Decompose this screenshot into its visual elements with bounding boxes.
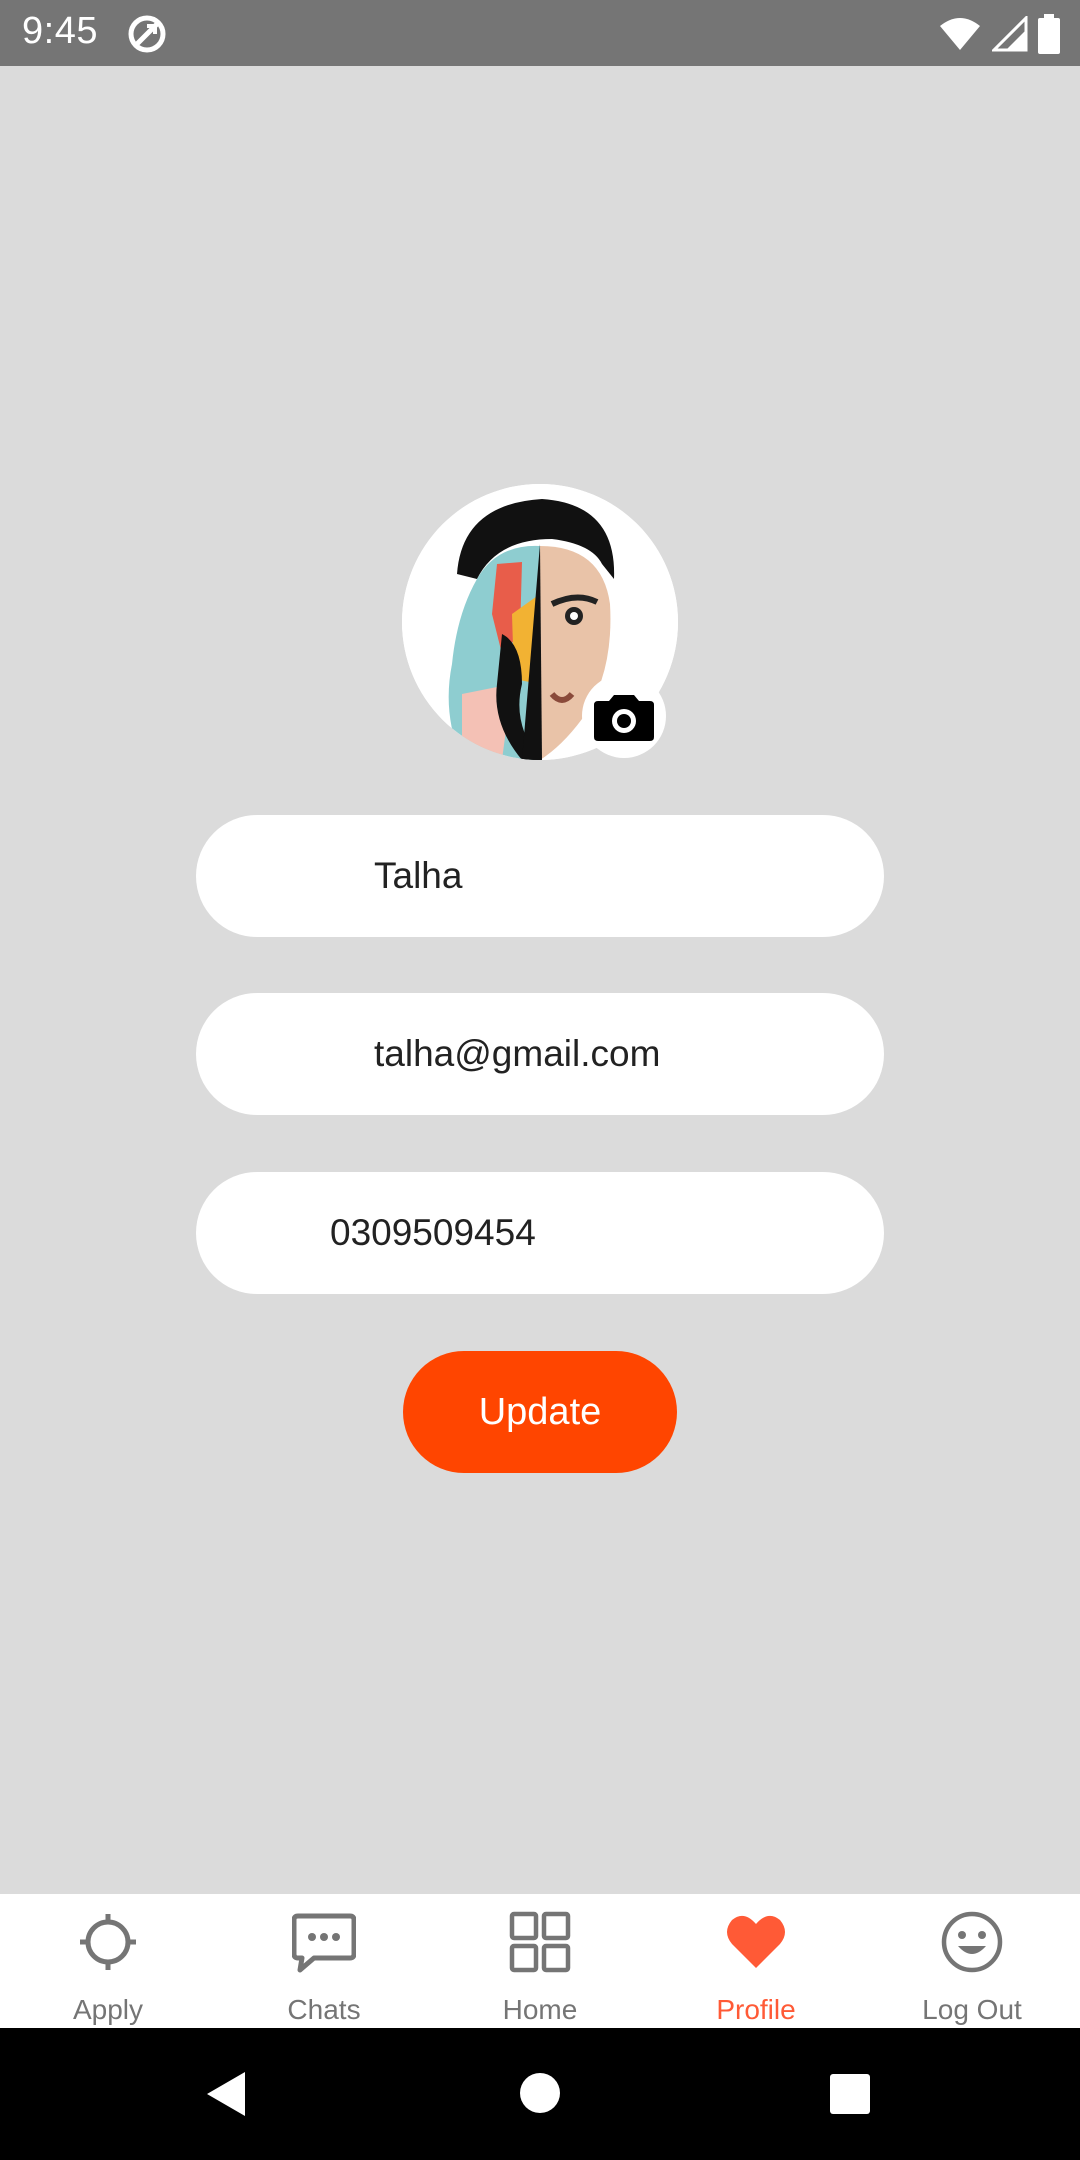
chat-bubble-icon (292, 1913, 356, 1973)
nav-item-chats[interactable]: Chats (216, 1894, 432, 2028)
heart-icon (727, 1915, 785, 1968)
name-field[interactable]: Talha (196, 815, 884, 937)
nav-item-apply[interactable]: Apply (0, 1894, 216, 2028)
bottom-navigation: Apply Chats Home Profile Log Out (0, 1894, 1080, 2028)
email-field-value: talha@gmail.com (374, 1033, 661, 1074)
nav-label-apply: Apply (72, 1994, 144, 2025)
wifi-icon (940, 18, 980, 50)
nav-item-profile[interactable]: Profile (648, 1894, 864, 2028)
profile-screen: Talha talha@gmail.com 0309509454 Update (0, 66, 1080, 1894)
nav-label-chats: Chats (287, 1994, 361, 2025)
crosshair-icon (80, 1914, 136, 1970)
nav-label-home: Home (502, 1994, 578, 2025)
back-icon[interactable] (205, 2070, 247, 2118)
phone-field[interactable]: 0309509454 (196, 1172, 884, 1294)
smiley-icon (941, 1911, 1003, 1973)
nav-item-home[interactable]: Home (432, 1894, 648, 2028)
camera-icon (594, 695, 654, 741)
avatar-container[interactable] (402, 484, 678, 760)
status-time: 9:45 (22, 10, 98, 52)
home-circle-icon[interactable] (519, 2072, 561, 2114)
battery-icon (1038, 14, 1060, 54)
phone-field-value: 0309509454 (330, 1212, 536, 1253)
nav-item-log-out[interactable]: Log Out (864, 1894, 1080, 2028)
update-button[interactable]: Update (403, 1351, 677, 1473)
sync-icon (128, 15, 166, 53)
recents-icon[interactable] (830, 2074, 870, 2114)
email-field[interactable]: talha@gmail.com (196, 993, 884, 1115)
nav-label-profile: Profile (716, 1994, 796, 2025)
name-field-value: Talha (374, 855, 463, 896)
grid-icon (509, 1911, 571, 1973)
change-photo-button[interactable] (582, 674, 666, 758)
signal-icon (992, 16, 1028, 52)
status-bar: 9:45 (0, 0, 1080, 66)
nav-label-log-out: Log Out (922, 1994, 1022, 2025)
system-navigation-bar (0, 2028, 1080, 2160)
